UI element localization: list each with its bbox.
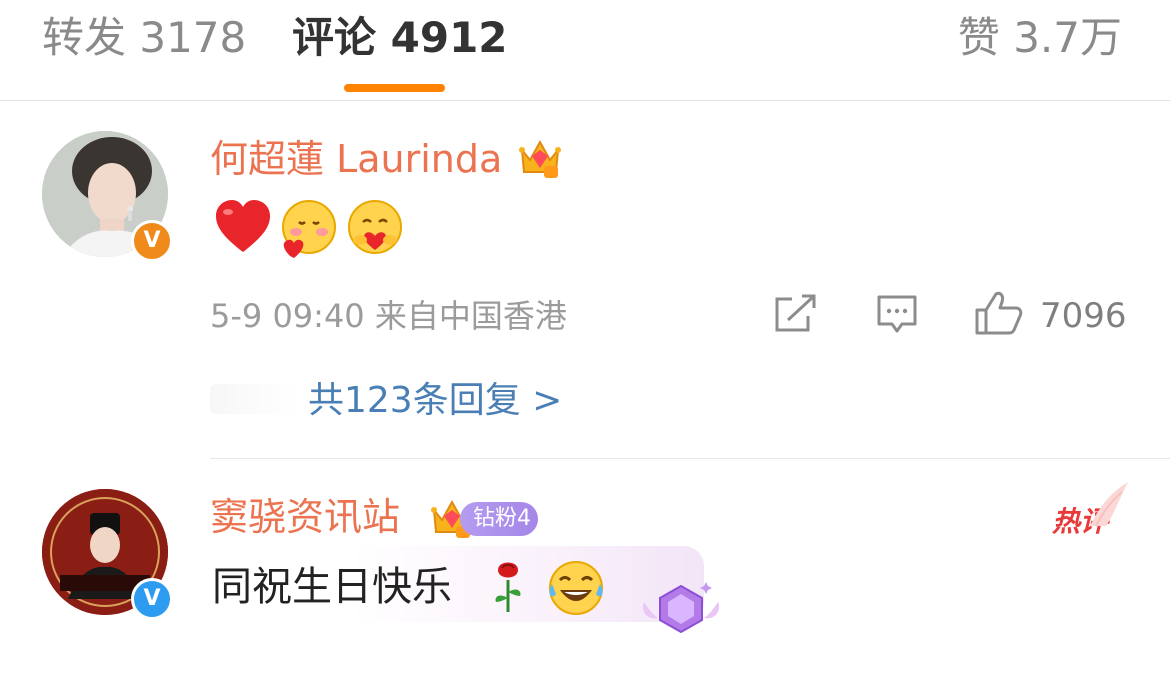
like-count: 7096 (1040, 296, 1127, 336)
like-thumb-icon[interactable] (974, 290, 1024, 336)
rose-icon (495, 562, 521, 612)
tab-forward[interactable]: 转发 3178 (42, 8, 246, 68)
crown-icon (519, 139, 561, 178)
heart-icon (216, 200, 270, 252)
verified-badge-icon: V (131, 578, 173, 620)
hot-wing-icon (1090, 482, 1128, 527)
blush-heart-face-icon (282, 200, 336, 258)
tears-of-joy-face-icon (549, 561, 603, 615)
share-icon[interactable] (774, 294, 818, 334)
tab-comment[interactable]: 评论 4912 (292, 8, 508, 68)
comment-emoji-row (214, 198, 414, 264)
username-link[interactable]: 窦骁资讯站 (210, 492, 400, 542)
hugging-face-icon (348, 200, 402, 254)
fan-level-badge: 钻粉4 (460, 502, 538, 536)
comment-emoji-row (495, 561, 603, 615)
active-tab-indicator (344, 84, 445, 92)
comment-divider (210, 458, 1170, 459)
reply-preview-placeholder (210, 384, 300, 414)
reply-comment-icon[interactable] (876, 294, 918, 336)
username-link[interactable]: 何超蓮 Laurinda (210, 134, 502, 184)
view-replies-link[interactable]: 共123条回复 > (308, 376, 562, 426)
diamond-fan-icon (642, 582, 720, 634)
tab-like[interactable]: 赞 3.7万 (958, 8, 1122, 68)
comment-text-content: 同祝生日快乐 (212, 564, 452, 610)
comment-text: 同祝生日快乐 (212, 560, 452, 614)
comment-time-location: 5-9 09:40 来自中国香港 (210, 297, 567, 335)
comment-tabs: 转发 3178 评论 4912 赞 3.7万 (0, 0, 1170, 101)
verified-badge-icon: V (131, 220, 173, 262)
